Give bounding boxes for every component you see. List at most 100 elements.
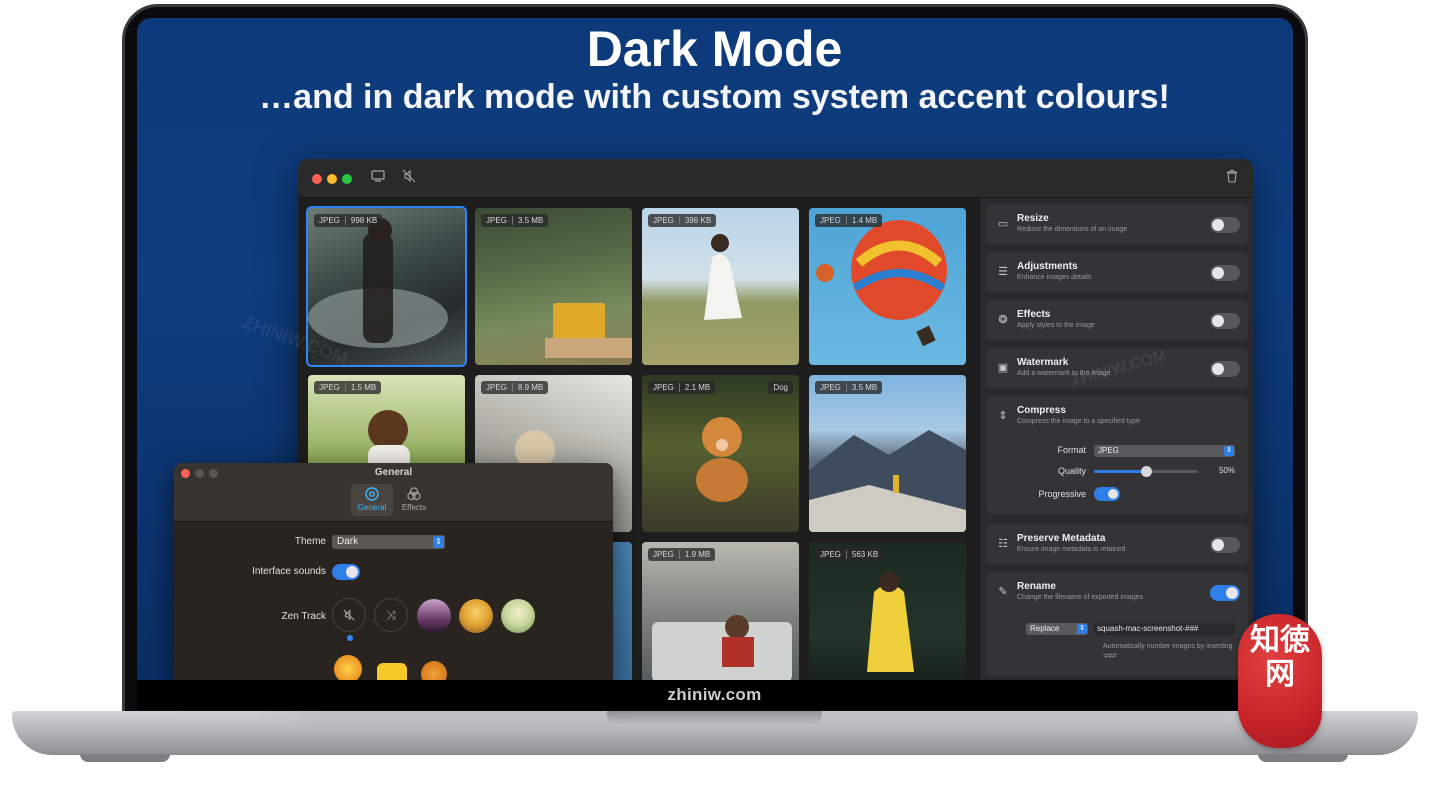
chevron-updown-icon: ⇕ bbox=[1077, 624, 1087, 634]
compress-icon: ⇕ bbox=[998, 410, 1008, 422]
chevron-updown-icon: ⇕ bbox=[1224, 446, 1234, 456]
laptop-notch bbox=[607, 711, 822, 726]
tab-general-label: General bbox=[357, 503, 387, 512]
close-window-button[interactable] bbox=[312, 174, 322, 184]
theme-value: Dark bbox=[337, 536, 359, 547]
pencil-icon: ✎ bbox=[998, 586, 1008, 598]
gear-icon bbox=[365, 487, 379, 501]
image-info-badge: JPEG 1.5 MB bbox=[314, 381, 382, 394]
display-icon[interactable] bbox=[369, 169, 387, 187]
trash-icon[interactable] bbox=[1223, 169, 1241, 187]
prefs-title: General bbox=[374, 467, 413, 478]
quality-label: Quality bbox=[1057, 466, 1086, 476]
preserve-metadata-subtitle: Ensure image metadata is retained bbox=[1017, 546, 1126, 553]
image-thumbnail[interactable]: JPEG 3.5 MB bbox=[809, 375, 966, 532]
seal-text: 知徳网 bbox=[1250, 623, 1310, 692]
quality-slider-fill bbox=[1094, 470, 1146, 473]
subheadline: …and in dark mode with custom system acc… bbox=[259, 78, 1170, 116]
resize-icon: ▭ bbox=[997, 218, 1009, 230]
theme-label: Theme bbox=[294, 536, 326, 547]
marketing-banner: zhiniw.com Dark Mode …and in dark mode w… bbox=[0, 0, 1429, 797]
laptop-foot-left bbox=[80, 754, 170, 762]
interface-sounds-toggle[interactable] bbox=[332, 564, 360, 580]
resize-toggle[interactable] bbox=[1210, 217, 1240, 233]
image-thumbnail[interactable]: JPEG 1.9 MB bbox=[642, 542, 799, 680]
compress-subtitle: Compress the image to a specified type bbox=[1017, 418, 1140, 425]
preserve-metadata-title: Preserve Metadata bbox=[1017, 533, 1106, 544]
adjustments-card: ☰ Adjustments Enhance images details bbox=[986, 253, 1248, 293]
rename-mode-select[interactable]: Replace ⇕ bbox=[1026, 623, 1088, 635]
track-meadow-button[interactable] bbox=[501, 599, 535, 633]
compress-card: ⇕ Compress Compress the image to a speci… bbox=[986, 397, 1248, 514]
image-thumbnail[interactable]: JPEG 998 KB bbox=[306, 206, 467, 367]
track-option-icon[interactable] bbox=[334, 655, 362, 680]
preserve-metadata-toggle[interactable] bbox=[1210, 537, 1240, 553]
tab-general[interactable]: General bbox=[351, 484, 393, 516]
track-option-icon[interactable] bbox=[377, 663, 407, 680]
image-thumbnail[interactable]: JPEG 396 KB bbox=[642, 208, 799, 365]
effects-card: ❂ Effects Apply styles to the image bbox=[986, 301, 1248, 341]
image-info-badge: JPEG 563 KB bbox=[815, 548, 884, 561]
rename-pattern-input[interactable]: squash-mac-screenshot-### bbox=[1094, 623, 1235, 635]
image-info-badge: JPEG 998 KB bbox=[314, 214, 383, 227]
image-info-badge: JPEG 2.1 MB bbox=[648, 381, 716, 394]
image-info-badge: JPEG 1.9 MB bbox=[648, 548, 716, 561]
selected-track-indicator bbox=[347, 635, 353, 641]
image-info-badge: JPEG 3.5 MB bbox=[815, 381, 883, 394]
watermark-title: Watermark bbox=[1017, 357, 1069, 368]
resize-title: Resize bbox=[1017, 213, 1049, 224]
tab-effects[interactable]: Effects bbox=[393, 484, 435, 516]
effects-toggle[interactable] bbox=[1210, 313, 1240, 329]
seal-logo: 知徳网 bbox=[1238, 614, 1322, 748]
image-tag-badge: Dog bbox=[768, 381, 793, 394]
chevron-updown-icon: ⇕ bbox=[433, 536, 444, 548]
quality-slider[interactable] bbox=[1094, 466, 1198, 477]
track-option-icon[interactable] bbox=[421, 661, 447, 680]
headline: Dark Mode bbox=[586, 21, 843, 77]
zen-track-label: Zen Track bbox=[281, 611, 326, 622]
image-info-badge: JPEG 8.9 MB bbox=[481, 381, 549, 394]
effects-icon: ❂ bbox=[998, 314, 1008, 326]
adjustments-subtitle: Enhance images details bbox=[1017, 274, 1092, 281]
shuffle-icon: ⤨ bbox=[386, 608, 396, 622]
zoom-window-button[interactable] bbox=[342, 174, 352, 184]
shuffle-track-button[interactable]: ⤨ bbox=[374, 598, 408, 632]
adjustments-toggle[interactable] bbox=[1210, 265, 1240, 281]
compress-title: Compress bbox=[1017, 405, 1066, 416]
image-thumbnail[interactable]: JPEG 2.1 MB Dog bbox=[642, 375, 799, 532]
image-info-badge: JPEG 3.5 MB bbox=[481, 214, 549, 227]
watermark-toggle[interactable] bbox=[1210, 361, 1240, 377]
rename-toggle[interactable] bbox=[1210, 585, 1240, 601]
effects-title: Effects bbox=[1017, 309, 1051, 320]
settings-panel: ▭ Resize Reduce the dimentions of an ima… bbox=[979, 198, 1253, 680]
interface-sounds-label: Interface sounds bbox=[252, 566, 326, 577]
rename-hint: Automatically number images by inserting… bbox=[1103, 643, 1233, 660]
image-thumbnail[interactable]: JPEG 563 KB bbox=[809, 542, 966, 680]
image-info-badge: JPEG 396 KB bbox=[648, 214, 717, 227]
theme-select[interactable]: Dark ⇕ bbox=[332, 535, 445, 549]
tab-effects-label: Effects bbox=[401, 503, 427, 512]
format-select[interactable]: JPEG ⇕ bbox=[1094, 445, 1235, 457]
image-thumbnail[interactable]: JPEG 1.4 MB bbox=[809, 208, 966, 365]
progressive-toggle[interactable] bbox=[1094, 487, 1120, 501]
rename-card: ✎ Rename Change the filename of exported… bbox=[986, 573, 1248, 677]
quality-slider-knob[interactable] bbox=[1141, 466, 1152, 477]
effects-icon bbox=[407, 487, 421, 501]
adjustments-title: Adjustments bbox=[1017, 261, 1078, 272]
quality-value: 50% bbox=[1218, 466, 1235, 475]
resize-subtitle: Reduce the dimentions of an image bbox=[1017, 226, 1128, 233]
track-mountains-button[interactable] bbox=[417, 599, 451, 633]
minimize-window-button[interactable] bbox=[327, 174, 337, 184]
format-label: Format bbox=[1057, 445, 1086, 455]
rename-mode-value: Replace bbox=[1030, 624, 1060, 633]
resize-card: ▭ Resize Reduce the dimentions of an ima… bbox=[986, 205, 1248, 245]
preferences-toolbar: General General Effects bbox=[174, 463, 613, 522]
track-sunset-button[interactable] bbox=[459, 599, 493, 633]
watermark-icon: ▣ bbox=[997, 362, 1009, 374]
mute-track-button[interactable] bbox=[332, 598, 366, 632]
image-thumbnail[interactable]: JPEG 3.5 MB bbox=[475, 208, 632, 365]
format-value: JPEG bbox=[1098, 446, 1119, 455]
mute-icon[interactable] bbox=[400, 169, 418, 187]
image-info-badge: JPEG 1.4 MB bbox=[815, 214, 883, 227]
rename-subtitle: Change the filename of exported images bbox=[1017, 594, 1144, 601]
